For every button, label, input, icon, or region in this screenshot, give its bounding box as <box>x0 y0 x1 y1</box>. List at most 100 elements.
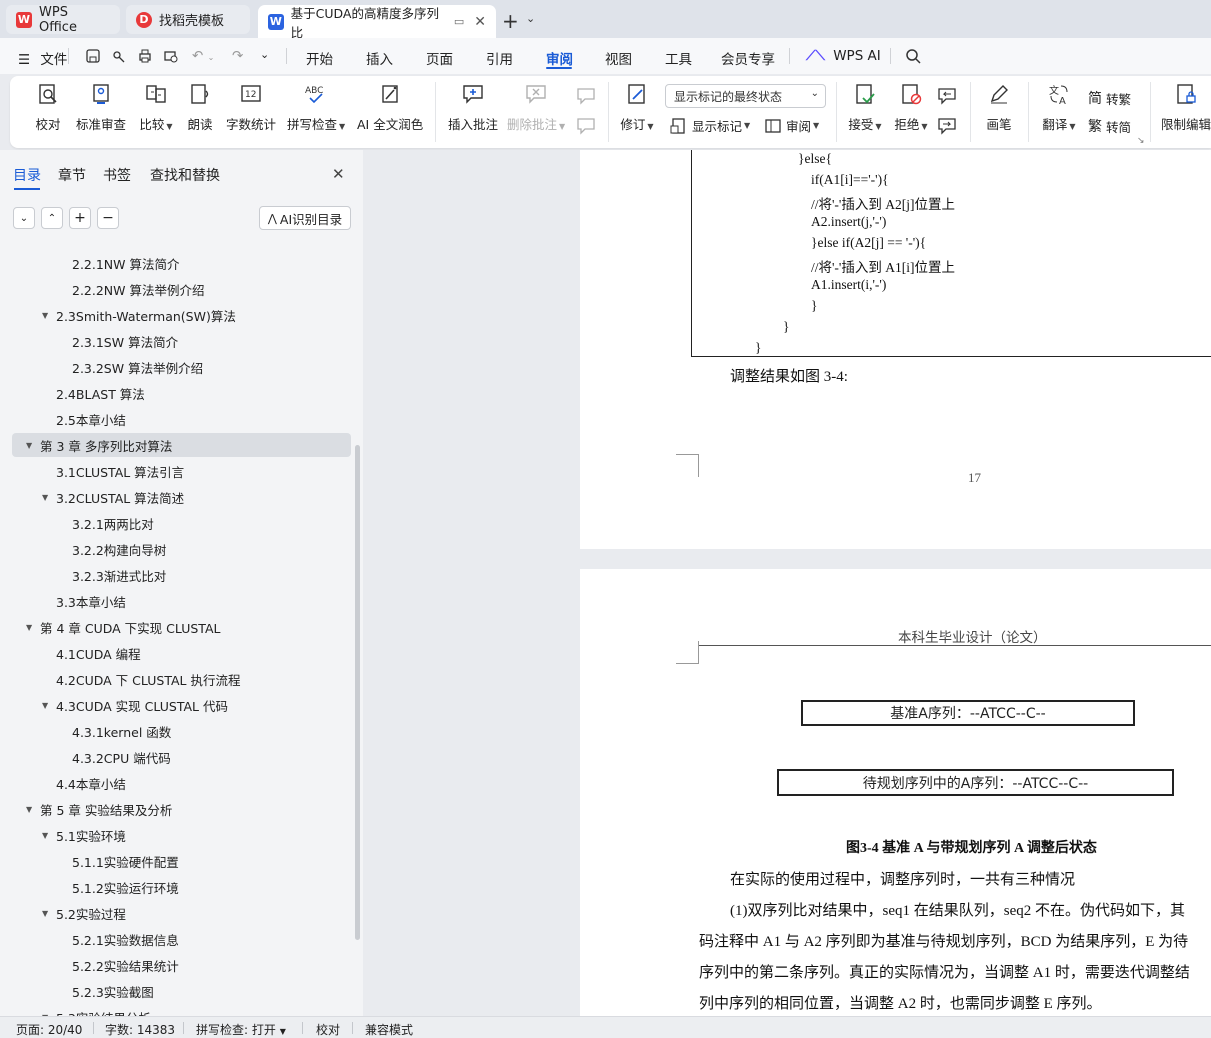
menu-insert[interactable]: 插入 <box>366 48 393 68</box>
insert-comment-button[interactable]: 插入批注 <box>448 82 498 133</box>
markup-state-select[interactable]: 显示标记的最终状态 ⌄ <box>665 84 826 108</box>
compare-button[interactable]: 比较 ▼ <box>136 82 176 133</box>
toc-item[interactable]: ▼ 2.3Smith-Waterman(SW)算法 <box>0 303 236 327</box>
menu-page[interactable]: 页面 <box>426 48 453 68</box>
toc-item[interactable]: 4.2CUDA 下 CLUSTAL 执行流程 <box>0 667 240 691</box>
menu-references[interactable]: 引用 <box>486 48 513 68</box>
to-traditional-button[interactable]: 简 转繁 <box>1088 88 1131 108</box>
toc-item[interactable]: 3.2.2构建向导树 <box>0 537 166 561</box>
toc-item[interactable]: ▼ 第 4 章 CUDA 下实现 CLUSTAL <box>0 615 221 639</box>
print-preview-icon[interactable] <box>163 48 179 64</box>
review-pane-button[interactable]: 审阅 ▼ <box>764 116 819 135</box>
status-spell-check[interactable]: 拼写检查: 打开 ▼ <box>196 1021 286 1038</box>
remove-heading-button[interactable]: − <box>97 207 119 229</box>
expand-arrow-icon[interactable]: ▼ <box>26 441 40 450</box>
collapse-all-button[interactable]: ⌄ <box>13 207 35 229</box>
spell-check-button[interactable]: ABC 拼写检查 ▼ <box>287 82 345 133</box>
previous-change-icon[interactable] <box>937 86 957 106</box>
add-heading-button[interactable]: + <box>69 207 91 229</box>
toc-item[interactable]: 4.4本章小结 <box>0 771 126 795</box>
toc-item[interactable]: 2.2.2NW 算法举例介绍 <box>0 277 205 301</box>
status-page[interactable]: 页面: 20/40 <box>16 1021 82 1038</box>
show-markup-button[interactable]: 显示标记 ▼ <box>670 116 750 135</box>
toc-item[interactable]: 3.1CLUSTAL 算法引言 <box>0 459 184 483</box>
tab-find-replace[interactable]: 查找和替换 <box>150 165 220 185</box>
toc-item[interactable]: 2.3.2SW 算法举例介绍 <box>0 355 203 379</box>
toc-item[interactable]: ▼ 5.2实验过程 <box>0 901 126 925</box>
screen-icon[interactable]: ▭ <box>454 15 464 28</box>
tab-wps-office[interactable]: W WPS Office <box>6 5 120 35</box>
expand-arrow-icon[interactable]: ▼ <box>26 805 40 814</box>
toc-item[interactable]: 3.2.3渐进式比对 <box>0 563 166 587</box>
restrict-edit-button[interactable]: 限制编辑 <box>1161 82 1211 133</box>
toc-item[interactable]: ▼ 第 5 章 实验结果及分析 <box>0 797 172 821</box>
word-count-button[interactable]: 12 字数统计 <box>226 82 276 133</box>
toc-item[interactable]: 2.5本章小结 <box>0 407 126 431</box>
to-simplified-button[interactable]: 繁 转简 <box>1088 116 1131 136</box>
expand-arrow-icon[interactable]: ▼ <box>42 701 56 710</box>
delete-comment-button[interactable]: 删除批注 ▼ <box>507 82 565 133</box>
menu-tools[interactable]: 工具 <box>665 48 692 68</box>
menu-review[interactable]: 审阅 <box>546 48 573 68</box>
next-comment-icon[interactable] <box>576 116 596 136</box>
previous-comment-icon[interactable] <box>576 86 596 106</box>
chevron-down-icon[interactable]: ⌄ <box>526 12 535 25</box>
toc-item[interactable]: 5.1.2实验运行环境 <box>0 875 179 899</box>
export-icon[interactable] <box>111 48 127 64</box>
expand-arrow-icon[interactable]: ▼ <box>42 493 56 502</box>
toc-item[interactable]: 2.2.1NW 算法简介 <box>0 251 180 275</box>
toc-item[interactable]: 3.2.1两两比对 <box>0 511 154 535</box>
file-menu[interactable]: ☰ 文件 <box>18 48 67 68</box>
proofread-button[interactable]: 校对 <box>34 82 62 133</box>
toc-item[interactable]: ▼5.3实验结果分析 <box>0 1005 151 1017</box>
track-changes-button[interactable]: 修订 ▼ <box>618 82 656 133</box>
tab-toc[interactable]: 目录 <box>13 165 41 185</box>
ribbon-expand-icon[interactable]: ↘ <box>1137 136 1145 146</box>
toc-item[interactable]: ▼ 第 3 章 多序列比对算法 <box>12 433 351 457</box>
tab-document[interactable]: W 基于CUDA的高精度多序列比 ▭ ✕ <box>258 5 496 40</box>
toc-item[interactable]: 5.2.1实验数据信息 <box>0 927 179 951</box>
scrollbar[interactable] <box>355 445 360 940</box>
toc-item[interactable]: ▼ 5.1实验环境 <box>0 823 126 847</box>
expand-arrow-icon[interactable]: ▼ <box>42 909 56 918</box>
expand-arrow-icon[interactable]: ▼ <box>26 623 40 632</box>
tab-sections[interactable]: 章节 <box>58 165 86 185</box>
wps-ai-button[interactable]: ⟋⟍ WPS AI <box>806 48 881 64</box>
toc-item[interactable]: 4.3.2CPU 端代码 <box>0 745 171 769</box>
add-tab-icon[interactable]: + <box>502 9 519 33</box>
pen-button[interactable]: 画笔 <box>985 82 1013 133</box>
ai-polish-button[interactable]: AI 全文润色 <box>357 82 423 133</box>
toc-item[interactable]: 4.3.1kernel 函数 <box>0 719 171 743</box>
next-change-icon[interactable] <box>937 116 957 136</box>
status-word-count[interactable]: 字数: 14383 <box>105 1021 175 1038</box>
search-icon[interactable] <box>905 48 921 64</box>
toc-item[interactable]: 2.3.1SW 算法简介 <box>0 329 178 353</box>
translate-button[interactable]: 文A 翻译 ▼ <box>1040 82 1078 133</box>
close-pane-icon[interactable]: ✕ <box>332 165 345 183</box>
toc-item[interactable]: 5.2.2实验结果统计 <box>0 953 179 977</box>
toc-item[interactable]: ▼ 3.2CLUSTAL 算法简述 <box>0 485 184 509</box>
menu-membership[interactable]: 会员专享 <box>721 48 775 68</box>
expand-up-button[interactable]: ⌃ <box>41 207 63 229</box>
expand-arrow-icon[interactable]: ▼ <box>42 311 56 320</box>
reject-button[interactable]: 拒绝 ▼ <box>892 82 930 133</box>
menu-view[interactable]: 视图 <box>605 48 632 68</box>
undo-icon[interactable]: ↶ ⌄ <box>192 48 214 64</box>
ai-toc-button[interactable]: ⋀ AI识别目录 <box>259 206 351 230</box>
tab-docer[interactable]: D 找稻壳模板 <box>126 5 250 34</box>
close-tab-icon[interactable]: ✕ <box>474 14 486 30</box>
menu-home[interactable]: 开始 <box>306 48 333 68</box>
print-icon[interactable] <box>137 48 153 64</box>
toc-item[interactable]: ▼ 4.3CUDA 实现 CLUSTAL 代码 <box>0 693 228 717</box>
expand-arrow-icon[interactable]: ▼ <box>42 831 56 840</box>
toc-item[interactable]: 5.2.3实验截图 <box>0 979 154 1003</box>
chevron-down-icon[interactable]: ⌄ <box>260 48 269 61</box>
toc-item[interactable]: 5.1.1实验硬件配置 <box>0 849 179 873</box>
toc-item[interactable]: 4.1CUDA 编程 <box>0 641 141 665</box>
redo-icon[interactable]: ↷ <box>232 48 243 64</box>
standard-review-button[interactable]: 标准审查 <box>76 82 126 133</box>
save-icon[interactable] <box>85 48 101 64</box>
tab-bookmarks[interactable]: 书签 <box>103 165 131 185</box>
read-aloud-button[interactable]: 朗读 <box>186 82 214 133</box>
toc-item[interactable]: 3.3本章小结 <box>0 589 126 613</box>
